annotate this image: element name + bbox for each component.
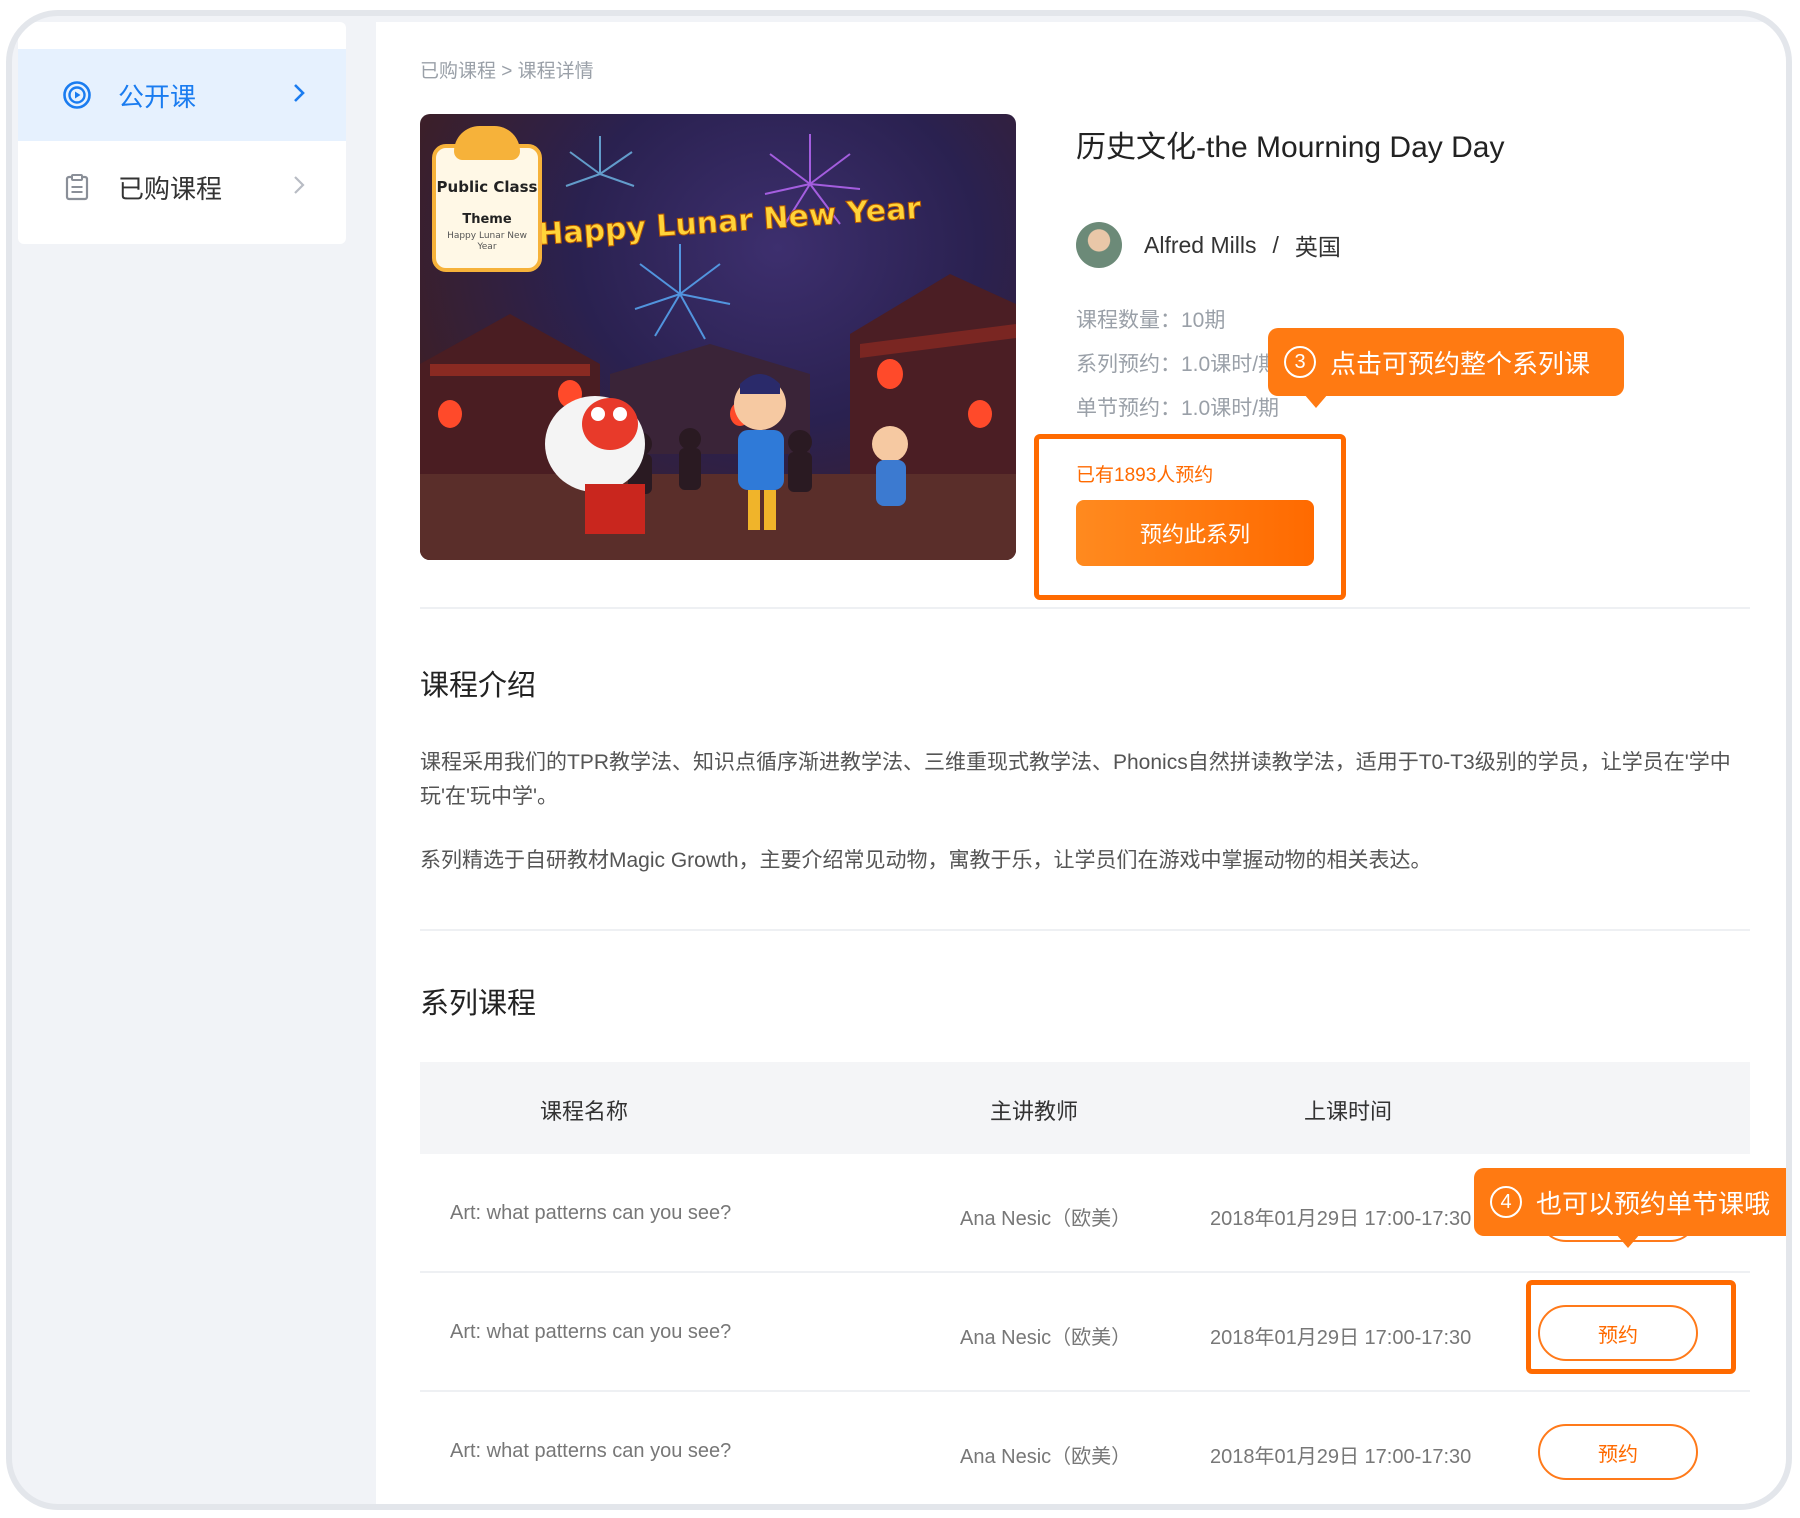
bear-ears-icon [454, 126, 520, 160]
teacher-cell: Ana Nesic（欧美） [960, 1446, 1132, 1468]
teacher-country: 英国 [1294, 234, 1341, 260]
divider [420, 607, 1750, 609]
tooltip-series-booking: 3 点击可预约整个系列课 [1268, 328, 1624, 408]
sidebar-item-label: 已购课程 [118, 173, 223, 204]
tooltip-pointer [1616, 1234, 1640, 1248]
teacher-cell: Ana Nesic（欧美） [960, 1327, 1132, 1349]
highlight-box-single [1526, 1280, 1736, 1374]
tooltip-single-booking: 4 也可以预约单节课哦 [1474, 1168, 1786, 1248]
breadcrumb-separator: > [496, 61, 518, 82]
table-header: 课程名称 主讲教师 上课时间 [420, 1062, 1750, 1154]
tooltip-text: 也可以预约单节课哦 [1536, 1188, 1771, 1219]
course-name-cell: Art: what patterns can you see? [450, 1440, 732, 1462]
teacher-separator: / [1272, 231, 1279, 258]
teacher-cell: Ana Nesic（欧美） [960, 1208, 1132, 1230]
breadcrumb-parent-link[interactable]: 已购课程 [420, 61, 496, 82]
course-title: 历史文化-the Mourning Day Day [1076, 131, 1505, 164]
table-row: Art: what patterns can you see? Ana Nesi… [420, 1392, 1750, 1504]
time-cell: 2018年01月29日 17:00-17:30 [1210, 1208, 1472, 1230]
divider [420, 929, 1750, 931]
cover-banner-text: Happy Lunar New Year [537, 191, 922, 253]
column-header-teacher: 主讲教师 [990, 1099, 1079, 1124]
column-header-time: 上课时间 [1304, 1099, 1393, 1124]
intro-paragraph-1: 课程采用我们的TPR教学法、知识点循序渐进教学法、三维重现式教学法、Phonic… [420, 751, 1731, 808]
sidebar-item-purchased[interactable]: 已购课程 [18, 141, 346, 233]
app-frame: 公开课 已购课程 已购课程 > 课程详情 Happy Lunar New Yea… [6, 10, 1792, 1510]
cover-badge-theme: Theme [462, 212, 512, 227]
chevron-right-icon [292, 79, 306, 111]
step-number-badge: 3 [1284, 346, 1316, 378]
play-circle-icon [62, 80, 92, 110]
course-name-cell: Art: what patterns can you see? [450, 1202, 732, 1224]
cover-badge: Public Class Theme Happy Lunar New Year [432, 126, 542, 272]
column-header-course-name: 课程名称 [540, 1099, 629, 1124]
highlight-box-series [1034, 434, 1346, 600]
book-lesson-button[interactable]: 预约 [1538, 1424, 1698, 1480]
tooltip-text: 点击可预约整个系列课 [1330, 348, 1591, 379]
course-count: 课程数量：10期 [1076, 309, 1226, 332]
time-cell: 2018年01月29日 17:00-17:30 [1210, 1446, 1472, 1468]
sidebar-item-label: 公开课 [118, 81, 197, 112]
teacher-avatar [1076, 222, 1122, 268]
tooltip-pointer [1304, 394, 1328, 408]
intro-section-title: 课程介绍 [420, 670, 537, 702]
single-booking-rate: 单节预约：1.0课时/期 [1076, 397, 1280, 420]
breadcrumb: 已购课程 > 课程详情 [420, 56, 594, 83]
step-number-badge: 4 [1490, 1186, 1522, 1218]
sidebar: 公开课 已购课程 [18, 22, 346, 244]
intro-paragraph-2: 系列精选于自研教材Magic Growth，主要介绍常见动物，寓教于乐，让学员们… [420, 849, 1432, 872]
course-cover-image: Happy Lunar New Year Public Class Theme … [420, 114, 1016, 560]
chevron-right-icon [292, 171, 306, 203]
sidebar-item-public-class[interactable]: 公开课 [18, 49, 346, 141]
teacher-name[interactable]: Alfred Mills [1144, 232, 1256, 259]
time-cell: 2018年01月29日 17:00-17:30 [1210, 1327, 1472, 1349]
teacher-info: Alfred Mills / 英国 [1076, 222, 1341, 268]
series-booking-rate: 系列预约：1.0课时/期 [1076, 353, 1280, 376]
course-name-cell: Art: what patterns can you see? [450, 1321, 732, 1343]
series-section-title: 系列课程 [420, 988, 537, 1020]
cover-badge-subtitle: Happy Lunar New Year [447, 231, 527, 252]
cover-badge-title: Public Class [436, 178, 538, 196]
breadcrumb-current: 课程详情 [517, 61, 594, 82]
clipboard-icon [62, 172, 92, 202]
